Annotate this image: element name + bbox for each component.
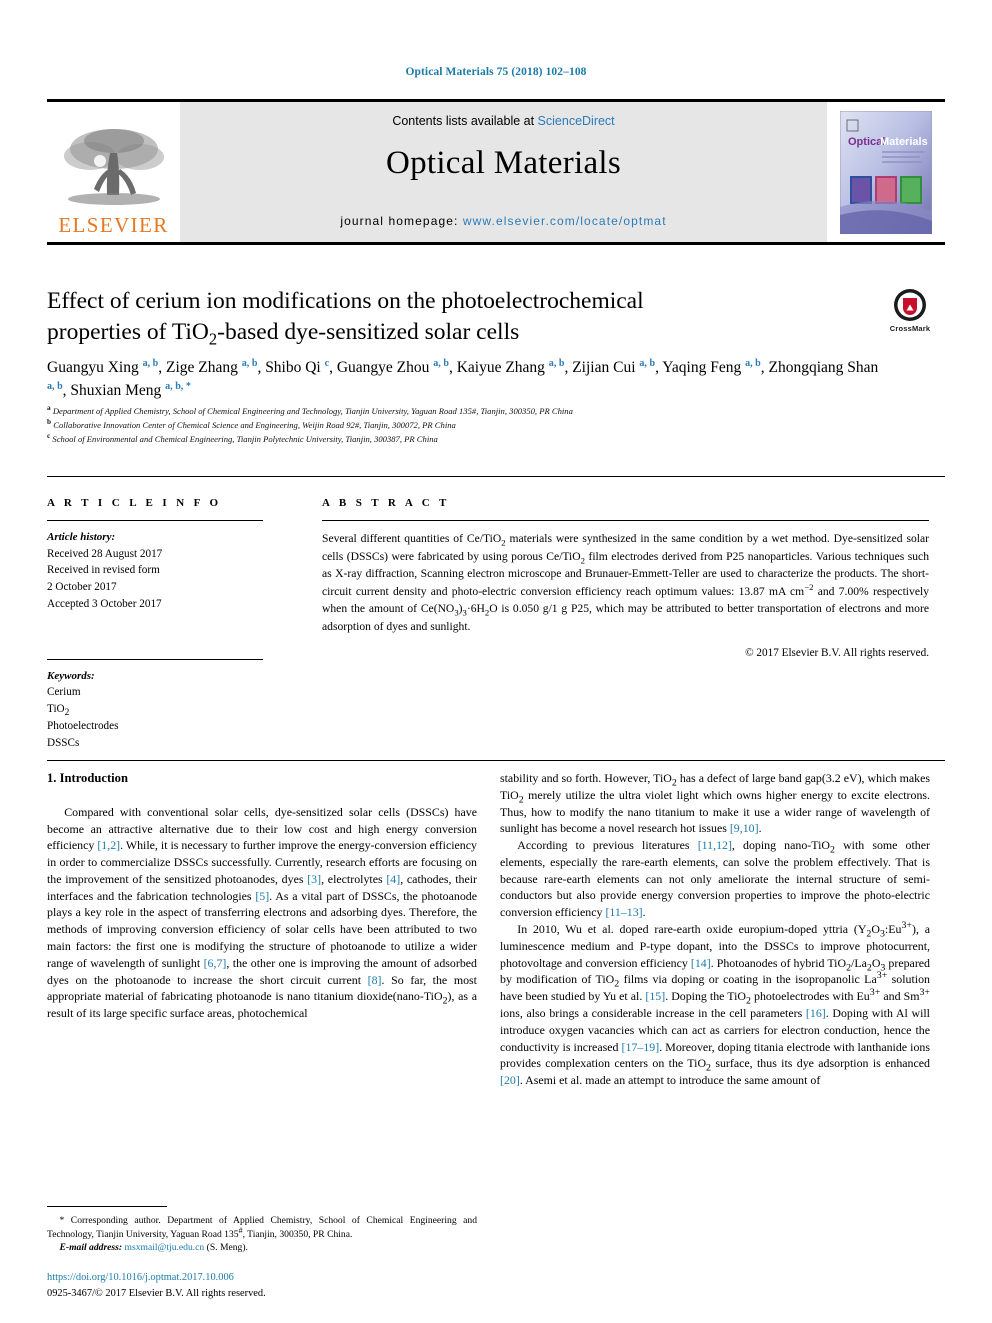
email-label: E-mail address: <box>59 1242 123 1254</box>
email-link[interactable]: msxmail@tju.edu.cn <box>125 1242 205 1253</box>
citation-ref[interactable]: [14] <box>691 956 711 970</box>
citation-ref[interactable]: [5] <box>255 889 269 903</box>
body-column-left: 1. Introduction Compared with convention… <box>47 770 477 1022</box>
sciencedirect-link[interactable]: ScienceDirect <box>538 114 615 128</box>
keyword-item: Photoelectrodes <box>47 719 119 732</box>
history-line: Accepted 3 October 2017 <box>47 597 162 610</box>
crossmark-badge[interactable]: CrossMark <box>877 288 943 333</box>
citation-ref[interactable]: [17–19] <box>622 1040 660 1054</box>
footnote-email-line: E-mail address: msxmail@tju.edu.cn (S. M… <box>47 1241 477 1255</box>
citation-ref[interactable]: [15] <box>645 989 665 1003</box>
abstract-heading: A B S T R A C T <box>322 497 450 509</box>
citation-ref[interactable]: [9,10] <box>730 821 759 835</box>
history-line: 2 October 2017 <box>47 581 117 594</box>
homepage-prefix: journal homepage: <box>340 214 463 228</box>
keywords-label: Keywords: <box>47 669 95 682</box>
keywords-rule <box>47 658 263 660</box>
author-entry: Guangye Zhou a, b, <box>336 357 457 376</box>
citation-ref[interactable]: [1,2] <box>97 838 120 852</box>
citation-ref[interactable]: [6,7] <box>204 956 227 970</box>
corresponding-author-footnote: * Corresponding author. Department of Ap… <box>47 1206 477 1255</box>
journal-masthead: ELSEVIER Contents lists available at Sci… <box>47 99 945 245</box>
citation-ref[interactable]: [11–13] <box>605 905 642 919</box>
article-info-rule <box>47 520 263 521</box>
footnote-divider <box>47 1206 167 1207</box>
author-entry: Shibo Qi c, <box>265 357 337 376</box>
citation-ref[interactable]: [11,12] <box>698 838 732 852</box>
journal-cover-block: Optical Materials <box>827 99 945 245</box>
keyword-item: Cerium <box>47 686 81 699</box>
elsevier-wordmark: ELSEVIER <box>58 213 169 237</box>
running-head: Optical Materials 75 (2018) 102–108 <box>405 66 587 78</box>
keyword-item: DSSCs <box>47 736 80 749</box>
body-paragraph: Compared with conventional solar cells, … <box>47 804 477 1021</box>
affiliation-text: Collaborative Innovation Center of Chemi… <box>53 419 456 430</box>
affiliation-text: School of Environmental and Chemical Eng… <box>52 433 438 444</box>
title-line-2-prefix: properties of TiO <box>47 319 209 346</box>
journal-cover-image: Optical Materials <box>840 110 932 234</box>
contents-prefix: Contents lists available at <box>392 114 538 128</box>
keyword-item: TiO2 <box>47 702 70 719</box>
affiliation-item: b Collaborative Innovation Center of Che… <box>47 417 456 430</box>
section-heading-introduction: 1. Introduction <box>47 771 128 785</box>
article-history-block: Article history: Received 28 August 2017… <box>47 529 263 613</box>
affiliation-text: Department of Applied Chemistry, School … <box>52 406 573 416</box>
elsevier-tree-icon <box>63 129 164 205</box>
affiliation-item: c School of Environmental and Chemical E… <box>47 430 438 444</box>
article-title-block: Effect of cerium ion modifications on th… <box>47 286 877 349</box>
citation-ref[interactable]: [20] <box>500 1073 520 1087</box>
article-history-label: Article history: <box>47 531 116 543</box>
affiliation-list: a Department of Applied Chemistry, Schoo… <box>47 403 927 447</box>
contents-list-line: Contents lists available at ScienceDirec… <box>392 114 614 128</box>
crossmark-label: CrossMark <box>889 324 931 333</box>
author-entry: Yaqing Feng a, b, <box>662 357 769 376</box>
abstract-copyright: © 2017 Elsevier B.V. All rights reserved… <box>745 646 929 659</box>
abstract-column: A B S T R A C T Several different quanti… <box>322 497 929 659</box>
abstract-rule <box>322 520 929 521</box>
title-line-1: Effect of cerium ion modifications on th… <box>47 288 644 314</box>
author-entry: Zige Zhang a, b, <box>166 357 266 376</box>
journal-title: Optical Materials <box>385 145 622 181</box>
author-entry: Kaiyue Zhang a, b, <box>456 357 573 376</box>
article-info-heading: A R T I C L E I N F O <box>47 497 222 509</box>
homepage-url[interactable]: www.elsevier.com/locate/optmat <box>463 214 667 228</box>
svg-text:Materials: Materials <box>880 136 928 148</box>
email-owner: (S. Meng). <box>206 1242 248 1254</box>
author-entry: Zijian Cui a, b, <box>572 357 663 376</box>
journal-homepage-line: journal homepage: www.elsevier.com/locat… <box>180 214 827 228</box>
author-list: Guangyu Xing a, b, Zige Zhang a, b, Shib… <box>47 357 882 403</box>
body-paragraph: stability and so forth. However, TiO2 ha… <box>500 771 930 836</box>
citation-ref[interactable]: [8] <box>368 973 382 987</box>
history-line: Received in revised form <box>47 564 160 577</box>
author-entry: Guangyu Xing a, b, <box>47 357 166 376</box>
footnote-corresponding-text: * Corresponding author. Department of Ap… <box>47 1215 477 1240</box>
body-paragraph: In 2010, Wu et al. doped rare-earth oxid… <box>500 920 931 1088</box>
affiliation-item: a Department of Applied Chemistry, Schoo… <box>47 403 573 416</box>
elsevier-logo-block: ELSEVIER <box>47 99 180 245</box>
abstract-text: Several different quantities of Ce/TiO2 … <box>322 532 930 634</box>
citation-ref[interactable]: [4] <box>386 872 400 886</box>
citation-ref[interactable]: [3] <box>307 872 321 886</box>
citation-ref[interactable]: [16] <box>806 1006 826 1020</box>
title-line-2-suffix: -based dye-sensitized solar cells <box>217 319 520 346</box>
article-info-column: A R T I C L E I N F O Article history: R… <box>47 497 263 751</box>
title-subscript: 2 <box>208 329 218 349</box>
doi-block: https://doi.org/10.1016/j.optmat.2017.10… <box>47 1270 477 1301</box>
crossmark-icon <box>894 289 926 321</box>
issn-copyright-line: 0925-3467/© 2017 Elsevier B.V. All right… <box>47 1287 266 1299</box>
journal-banner: Contents lists available at ScienceDirec… <box>180 99 827 245</box>
article-page: Optical Materials 75 (2018) 102–108 ELSE… <box>0 0 992 1323</box>
doi-link[interactable]: https://doi.org/10.1016/j.optmat.2017.10… <box>47 1270 477 1286</box>
body-column-right: stability and so forth. However, TiO2 ha… <box>500 770 930 1089</box>
body-paragraph: According to previous literatures [11,12… <box>500 838 930 920</box>
author-entry-corresponding: Shuxian Meng a, b, * <box>70 380 191 399</box>
history-line: Received 28 August 2017 <box>47 547 163 560</box>
info-divider-top <box>47 476 945 477</box>
keywords-block: Keywords: Cerium TiO2 Photoelectrodes DS… <box>47 668 263 752</box>
page-title: Effect of cerium ion modifications on th… <box>47 286 877 349</box>
info-divider-bottom <box>47 760 945 761</box>
